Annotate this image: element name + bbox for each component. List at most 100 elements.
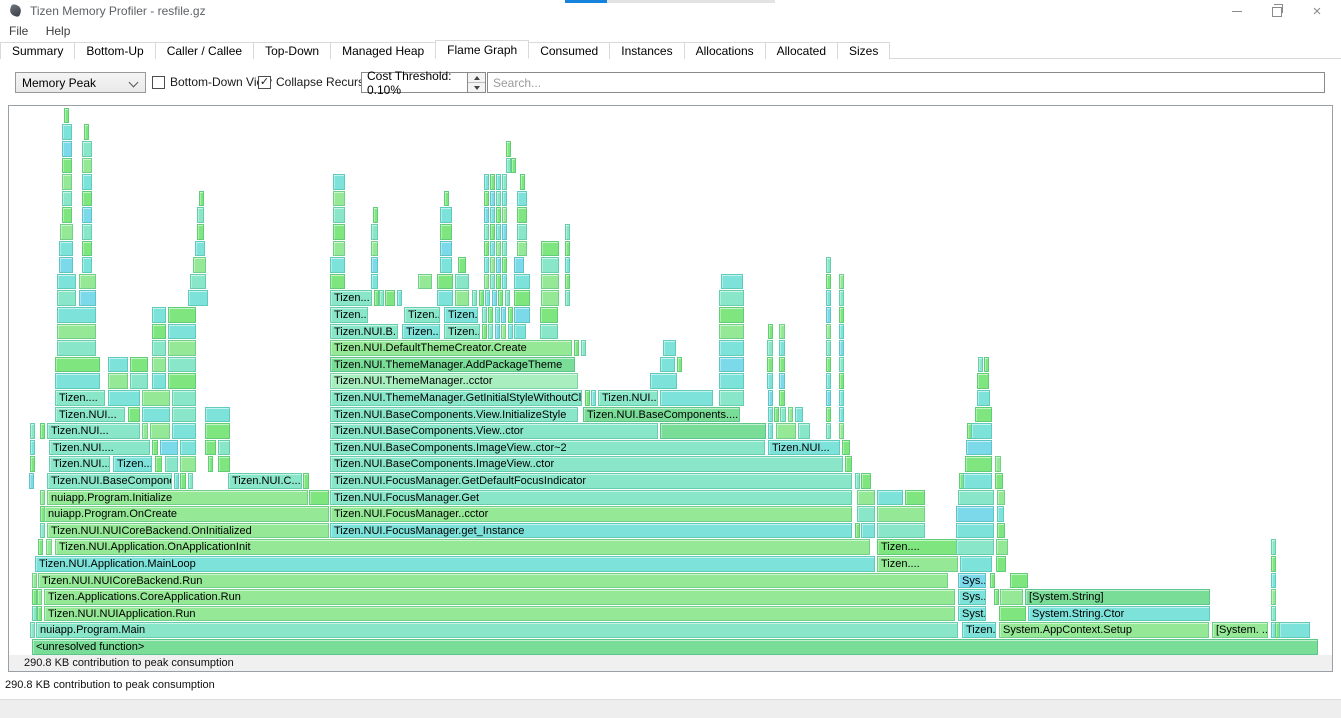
flame-bar[interactable] (990, 573, 995, 589)
flame-bar[interactable] (502, 207, 507, 223)
flame-bar[interactable] (485, 290, 490, 306)
flame-bar[interactable] (540, 307, 558, 323)
flame-bar[interactable] (514, 274, 530, 290)
flame-bar[interactable] (152, 440, 158, 456)
flame-bar[interactable] (205, 423, 230, 439)
flame-bar[interactable] (440, 207, 452, 223)
flame-bar[interactable] (40, 523, 45, 539)
flame-bar[interactable] (839, 373, 844, 389)
flame-bar[interactable] (517, 241, 527, 257)
tab-instances[interactable]: Instances (609, 42, 684, 59)
flame-bar[interactable] (168, 307, 196, 323)
flame-bar[interactable] (168, 357, 196, 373)
flame-bar[interactable] (496, 257, 501, 273)
flame-bar[interactable]: Tizen.NUI.BaseComponents.ImageView..ctor (330, 456, 843, 472)
flame-bar[interactable] (1000, 589, 1023, 605)
flame-bar[interactable] (472, 290, 477, 306)
flame-bar[interactable] (496, 174, 501, 190)
flame-bar[interactable] (719, 307, 744, 323)
flame-bar[interactable] (455, 290, 469, 306)
flame-bar[interactable] (160, 440, 178, 456)
flame-bar[interactable] (508, 324, 513, 340)
flame-bar[interactable] (1271, 539, 1276, 555)
flame-bar[interactable]: Tizen.NUI.BaseComponents.... (583, 407, 740, 423)
flame-bar[interactable] (565, 274, 570, 290)
flame-bar[interactable] (155, 456, 162, 472)
flame-bar[interactable] (966, 440, 992, 456)
flame-bar[interactable] (995, 456, 1001, 472)
flame-bar[interactable]: Tizen.NUI.BaseComponents.ImageView..ctor… (330, 440, 765, 456)
flame-bar[interactable] (857, 490, 875, 506)
flame-bar[interactable] (842, 440, 850, 456)
flame-bar[interactable] (46, 539, 52, 555)
flame-bar[interactable] (309, 490, 329, 506)
flame-bar[interactable] (484, 224, 489, 240)
flame-bar[interactable] (174, 473, 179, 489)
flame-bar[interactable] (172, 390, 196, 406)
flame-bar[interactable] (490, 174, 495, 190)
flame-bar[interactable] (779, 340, 785, 356)
flame-bar[interactable] (484, 191, 489, 207)
flame-bar[interactable] (218, 440, 230, 456)
flame-bar[interactable] (303, 473, 309, 489)
restore-button[interactable] (1257, 0, 1297, 22)
flame-bar[interactable] (108, 357, 128, 373)
flame-bar[interactable]: Tizen.NUI.... (598, 390, 658, 406)
tab-allocated[interactable]: Allocated (765, 42, 838, 59)
flame-bar[interactable] (180, 473, 186, 489)
flame-bar[interactable] (839, 390, 844, 406)
flame-bar[interactable] (490, 241, 495, 257)
flame-bar[interactable] (488, 324, 493, 340)
flame-bar[interactable]: Tizen.NUI.BaseComponents.View..ctor (330, 423, 658, 439)
flame-bar[interactable] (994, 589, 999, 605)
flame-bar[interactable] (502, 174, 507, 190)
flame-bar[interactable]: nuiapp.Program.Initialize (47, 490, 308, 506)
flame-bar[interactable] (172, 407, 196, 423)
flame-bar[interactable] (1010, 573, 1028, 589)
flame-bar[interactable]: Tizen.NUI.... (49, 456, 110, 472)
flame-bar[interactable] (490, 224, 495, 240)
flame-bar[interactable] (877, 506, 925, 522)
flame-bar[interactable] (517, 224, 527, 240)
tab-bottom-up[interactable]: Bottom-Up (74, 42, 155, 59)
flame-bar[interactable] (839, 423, 844, 439)
flame-bar[interactable] (997, 506, 1004, 522)
flame-bar[interactable] (826, 257, 831, 273)
flame-bar[interactable] (333, 224, 345, 240)
flame-bar[interactable] (514, 324, 526, 340)
flame-bar[interactable] (55, 373, 100, 389)
flame-bar[interactable] (984, 357, 989, 373)
flame-bar[interactable] (128, 407, 140, 423)
flame-bar[interactable] (565, 241, 570, 257)
flame-bar[interactable] (1271, 573, 1276, 589)
flame-bar[interactable]: Tizen... (330, 307, 368, 323)
flame-bar[interactable] (501, 324, 506, 340)
flame-bar[interactable] (541, 290, 559, 306)
flame-bar[interactable] (541, 241, 559, 257)
flame-bar[interactable]: Tizen.... (55, 390, 105, 406)
flame-bar[interactable] (779, 357, 785, 373)
flame-bar[interactable]: Tizen... (330, 290, 372, 306)
flame-bar[interactable] (62, 174, 72, 190)
flame-bar[interactable] (55, 357, 100, 373)
flame-bar[interactable]: Tizen.... (444, 324, 480, 340)
flame-bar[interactable] (62, 207, 72, 223)
flame-bar[interactable] (780, 407, 786, 423)
flame-bar[interactable]: Tizen.NUI.NUIApplication.Run (44, 606, 955, 622)
flame-bar[interactable] (197, 207, 204, 223)
flame-bar[interactable] (767, 357, 773, 373)
flame-bar[interactable] (995, 473, 1003, 489)
flame-bar[interactable] (505, 290, 510, 306)
flame-bar[interactable] (650, 373, 677, 389)
flame-bar[interactable]: Tizen.NUI.NUICoreBackend.Run (38, 573, 948, 589)
flame-bar[interactable] (418, 274, 432, 290)
flame-bar[interactable] (57, 340, 96, 356)
flame-bar[interactable] (152, 357, 166, 373)
flame-bar[interactable] (861, 473, 871, 489)
flame-bar[interactable] (82, 174, 92, 190)
flame-bar[interactable] (857, 506, 875, 522)
flame-bar[interactable] (839, 357, 844, 373)
flame-bar[interactable] (495, 307, 500, 323)
flame-bar[interactable] (660, 390, 713, 406)
flame-bar[interactable] (188, 290, 208, 306)
